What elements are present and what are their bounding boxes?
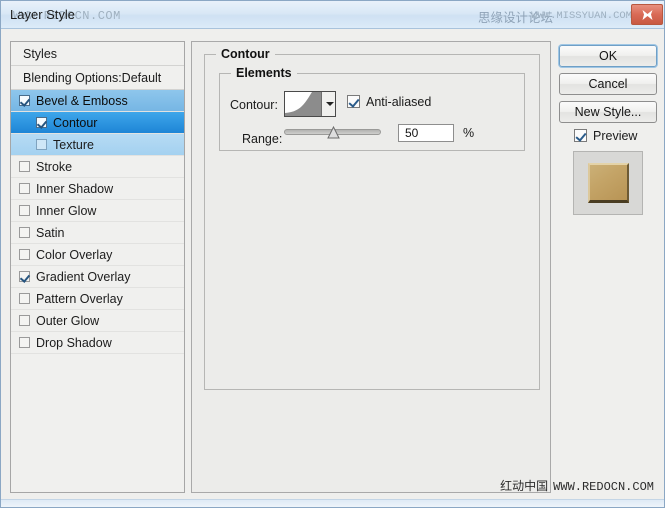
close-button[interactable] [631, 4, 663, 25]
style-row-label: Drop Shadow [36, 336, 112, 350]
range-field-label: Range: [242, 132, 283, 146]
style-row-inner-glow[interactable]: Inner Glow [11, 200, 184, 222]
style-row-label: Bevel & Emboss [36, 94, 128, 108]
style-checkbox[interactable] [19, 161, 30, 172]
style-row-label: Stroke [36, 160, 73, 174]
style-row-label: Contour [53, 116, 98, 130]
ok-button[interactable]: OK [559, 45, 657, 67]
style-checkbox[interactable] [19, 337, 30, 348]
cancel-button[interactable]: Cancel [559, 73, 657, 95]
style-row-pattern-overlay[interactable]: Pattern Overlay [11, 288, 184, 310]
styles-header: Styles [11, 42, 184, 66]
contour-field-label: Contour: [230, 98, 278, 112]
elements-group: Elements Contour: Anti-aliased Range: 50… [219, 66, 525, 151]
style-checkbox[interactable] [19, 293, 30, 304]
style-row-label: Inner Glow [36, 204, 97, 218]
elements-group-label: Elements [231, 66, 297, 80]
style-row-bevel-emboss[interactable]: Bevel & Emboss [11, 90, 184, 112]
style-row-satin[interactable]: Satin [11, 222, 184, 244]
styles-list: Bevel & Emboss Contour Texture Stroke Inner … [11, 90, 184, 354]
range-value-input[interactable]: 50 [398, 124, 454, 142]
main-content-panel: Contour Elements Contour: Anti-aliased R… [191, 41, 551, 493]
style-row-color-overlay[interactable]: Color Overlay [11, 244, 184, 266]
style-checkbox[interactable] [36, 117, 47, 128]
style-checkbox[interactable] [19, 95, 30, 106]
style-row-label: Gradient Overlay [36, 270, 131, 284]
close-icon [642, 10, 653, 20]
anti-aliased-label: Anti-aliased [366, 95, 432, 109]
title-bar[interactable]: WWW.REDOCN.COM Layer Style 思缘设计论坛 WWW.MI… [1, 1, 664, 29]
preview-checkbox[interactable]: Preview [574, 129, 637, 143]
title-watermark-missyuan: WWW.MISSYUAN.COM [531, 10, 632, 22]
style-row-contour[interactable]: Contour [11, 112, 184, 134]
contour-group: Contour Elements Contour: Anti-aliased R… [204, 47, 540, 390]
style-checkbox[interactable] [19, 315, 30, 326]
style-row-texture[interactable]: Texture [11, 134, 184, 156]
footer-watermark: 红动中国 WWW.REDOCN.COM [500, 477, 654, 494]
footer-watermark-chinese: 红动中国 [500, 479, 549, 493]
style-checkbox[interactable] [19, 205, 30, 216]
preview-beveled-square [588, 163, 629, 203]
style-checkbox[interactable] [36, 139, 47, 150]
style-checkbox[interactable] [19, 227, 30, 238]
layer-style-dialog: WWW.REDOCN.COM Layer Style 思缘设计论坛 WWW.MI… [0, 0, 665, 508]
contour-group-label: Contour [216, 47, 275, 61]
style-row-label: Inner Shadow [36, 182, 114, 196]
style-row-stroke[interactable]: Stroke [11, 156, 184, 178]
styles-list-panel: Styles Blending Options:Default Bevel & … [10, 41, 185, 493]
style-row-label: Texture [53, 138, 94, 152]
style-preview-thumbnail [573, 151, 643, 215]
chevron-down-icon[interactable] [321, 92, 335, 116]
style-row-label: Outer Glow [36, 314, 100, 328]
style-checkbox[interactable] [19, 183, 30, 194]
anti-aliased-checkbox[interactable]: Anti-aliased [347, 95, 431, 109]
anti-aliased-checkbox-box[interactable] [347, 95, 360, 108]
style-row-gradient-overlay[interactable]: Gradient Overlay [11, 266, 184, 288]
preview-checkbox-box[interactable] [574, 129, 587, 142]
window-bottom-edge [1, 499, 664, 507]
contour-curve-icon [285, 92, 321, 116]
style-row-inner-shadow[interactable]: Inner Shadow [11, 178, 184, 200]
style-row-outer-glow[interactable]: Outer Glow [11, 310, 184, 332]
style-checkbox[interactable] [19, 249, 30, 260]
style-row-label: Color Overlay [36, 248, 113, 262]
range-unit-label: % [463, 126, 475, 140]
contour-picker[interactable] [284, 91, 336, 117]
blending-options-row[interactable]: Blending Options:Default [11, 66, 184, 90]
style-checkbox[interactable] [19, 271, 30, 282]
range-slider-thumb[interactable] [327, 126, 340, 139]
style-row-drop-shadow[interactable]: Drop Shadow [11, 332, 184, 354]
footer-watermark-site: WWW.REDOCN.COM [553, 480, 654, 494]
style-row-label: Pattern Overlay [36, 292, 123, 306]
new-style-button[interactable]: New Style... [559, 101, 657, 123]
style-row-label: Satin [36, 226, 65, 240]
window-title: Layer Style [10, 7, 76, 22]
preview-label: Preview [593, 129, 638, 143]
